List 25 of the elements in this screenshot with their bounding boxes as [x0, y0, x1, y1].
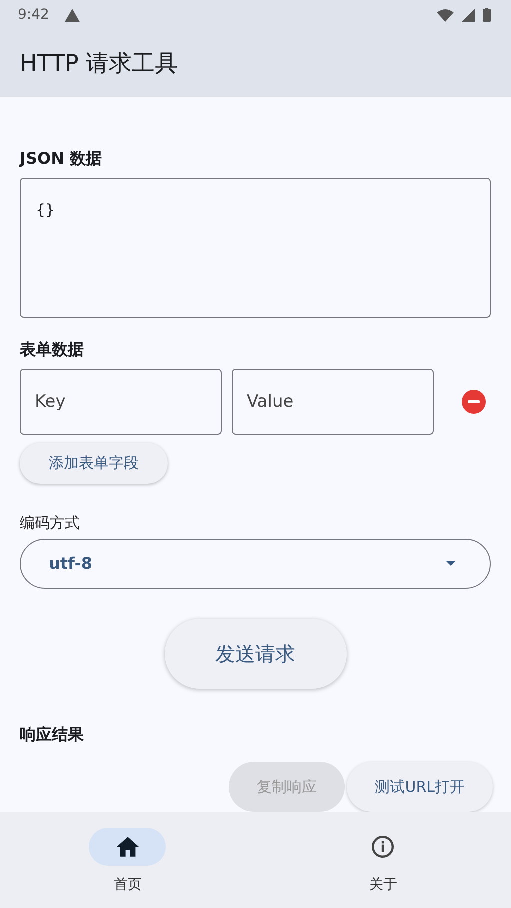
nav-item[interactable]: 关于: [256, 828, 511, 908]
response-button[interactable]: 测试URL打开: [347, 762, 493, 812]
remove-icon[interactable]: [462, 390, 486, 414]
section-label: 响应结果: [20, 725, 84, 746]
warning-icon: [65, 8, 80, 22]
app-title: HTTP 请求工具: [20, 51, 178, 77]
home-icon: [116, 837, 139, 857]
battery-icon: [483, 8, 491, 22]
dropdown-caret-icon: [446, 561, 456, 566]
info-icon: [372, 836, 394, 858]
signal-icon: [462, 8, 475, 22]
wifi-icon: [437, 8, 454, 22]
section-label: 表单数据: [20, 340, 84, 362]
add-field-button[interactable]: 添加表单字段: [20, 443, 168, 484]
send-button[interactable]: 发送请求: [164, 619, 346, 689]
status-time: 9:42: [18, 7, 50, 23]
nav-item[interactable]: 首页: [0, 828, 256, 908]
json-input-field[interactable]: {}: [20, 178, 491, 318]
key-field[interactable]: Key: [20, 369, 222, 436]
encoding-dropdown[interactable]: utf-8: [20, 538, 491, 589]
nav-label: 关于: [369, 876, 398, 894]
section-label: JSON 数据: [20, 149, 102, 170]
encoding-label: 编码方式: [20, 514, 80, 533]
value-field[interactable]: Value: [232, 369, 434, 436]
nav-label: 首页: [114, 876, 142, 894]
